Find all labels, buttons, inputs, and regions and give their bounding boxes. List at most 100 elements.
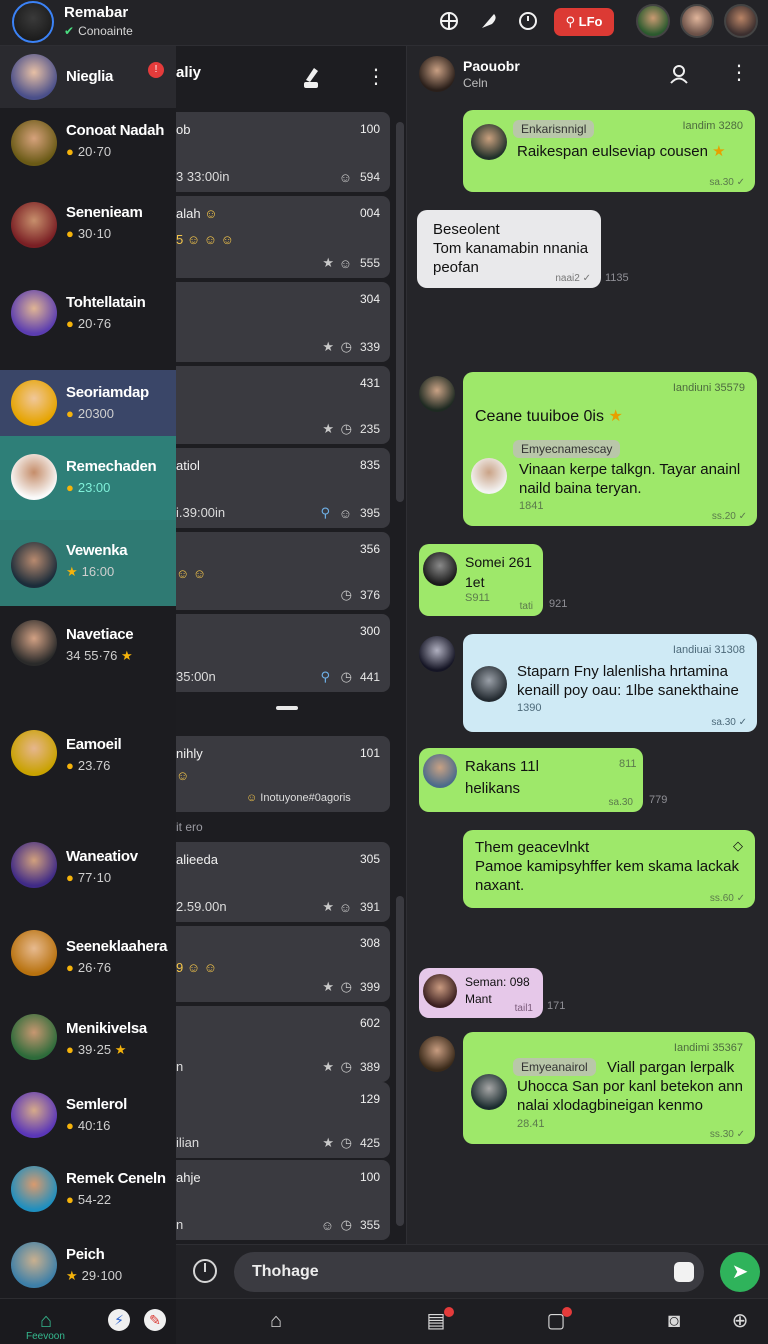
list-item[interactable]: 308 9 ☺ ☺ ★ ◷ 399 — [176, 926, 390, 1002]
compass-icon[interactable]: ⚡ — [108, 1309, 130, 1331]
contact-name: Conoat Nadah — [66, 122, 165, 139]
message-bubble[interactable]: Iandimi 35367 Emyeanairol Viall pargan l… — [463, 1032, 755, 1144]
contact-item[interactable]: Seoriamdap ● 20300 — [0, 370, 176, 436]
message-bubble[interactable]: Iandiuai 31308 Staparn Fny lalenlisha hr… — [463, 634, 757, 732]
contact-item[interactable]: Peich ★ 29·100 — [0, 1232, 176, 1298]
contact-item[interactable]: Senenieam ● 30·10 — [0, 188, 176, 274]
contact-item[interactable]: Tohtellatain ● 20·76 — [0, 274, 176, 370]
clock-icon: ◷ — [340, 339, 352, 354]
live-button[interactable]: ⚲ LFo — [554, 8, 614, 36]
home-icon[interactable]: ⌂ — [34, 1309, 58, 1333]
item-title: alah — [176, 206, 201, 221]
more-icon[interactable]: ⋮ — [366, 64, 386, 89]
contact-item[interactable]: Menikivelsa ● 39·25 ★ — [0, 1002, 176, 1082]
user-avatar[interactable] — [12, 1, 54, 43]
contact-item[interactable]: Semlerol ● 40:16 — [0, 1082, 176, 1162]
globe-icon[interactable] — [438, 10, 460, 32]
avatar — [419, 376, 455, 412]
download-icon[interactable]: ⊕ — [728, 1309, 752, 1333]
list-item[interactable]: 602 n ★ ◷ 389 — [176, 1006, 390, 1082]
item-title: ob — [176, 122, 191, 137]
contact-item[interactable]: Eamoeil ● 23.76 — [0, 716, 176, 826]
message-bubble[interactable]: Rakans 11l helikans 811 sa.30 — [419, 748, 643, 812]
avatar — [11, 620, 57, 666]
contact-sub: ★ 16:00 — [66, 564, 114, 580]
list-header: aliy ⋮ — [176, 46, 406, 106]
message-input[interactable]: Thohage — [234, 1252, 704, 1292]
message-bubble[interactable]: Iandiuni 35579 Ceane tuuiboe 0is ★ Emyec… — [463, 372, 757, 526]
outside-time: 779 — [649, 794, 668, 806]
emoji-row: ☺ ☺ — [176, 566, 207, 581]
home-icon[interactable]: ⌂ — [264, 1309, 288, 1333]
fire-icon[interactable]: ✎ — [144, 1309, 166, 1331]
top-avatar-3[interactable] — [724, 4, 758, 38]
message-text: Raikespan eulseviap cousen — [517, 143, 708, 160]
top-avatar-2[interactable] — [680, 4, 714, 38]
message-bubble[interactable]: Seman: 098 Mant tail1 — [419, 968, 543, 1018]
contact-sub-text: 20300 — [77, 406, 115, 421]
emoji-row: 9 ☺ ☺ — [176, 960, 217, 975]
user-name: Remabar — [64, 4, 129, 21]
item-count: 235 — [359, 422, 380, 436]
send-button[interactable]: ➤ — [720, 1252, 760, 1292]
contact-item[interactable]: Navetiace 34 55·76 ★ — [0, 606, 176, 716]
contact-item[interactable]: Remechaden ● 23:00 — [0, 436, 176, 520]
item-count: 555 — [359, 256, 380, 270]
contact-item[interactable]: Nieglia ! — [0, 46, 176, 108]
clock-icon[interactable] — [517, 10, 539, 32]
message-bubble[interactable]: ◇ Them geacevlnkt Pamoe kamipsyhffer kem… — [463, 830, 755, 908]
contact-item[interactable]: Vewenka ★ 16:00 — [0, 520, 176, 606]
bottom-nav: ⌂ Feevoon ⚡ ✎ ⌂ ▤ ▢ ◙ ⊕ — [0, 1298, 768, 1344]
contact-item[interactable]: Seeneklaahera ● 26·76 — [0, 916, 176, 1002]
message-meta: tail1 — [514, 1003, 533, 1014]
contact-item[interactable]: Remek Ceneln ● 54-22 — [0, 1162, 176, 1242]
reply-quote: Emyecnamescay — [513, 440, 621, 458]
more-icon[interactable]: ⋮ — [729, 60, 749, 85]
list-item[interactable]: 300 35:00n ⚲ ◷ 441 — [176, 614, 390, 692]
profile-icon[interactable] — [669, 64, 689, 84]
camera-icon[interactable]: ◙ — [662, 1309, 686, 1333]
contact-sub: ● 23:00 — [66, 480, 110, 495]
clock-icon: ◷ — [340, 979, 352, 994]
broom-icon[interactable] — [300, 62, 322, 92]
item-subtitle: 3 33:00in — [176, 169, 230, 184]
list-item[interactable]: atiol 835 i.39:00in ⚲ ☺ 395 — [176, 448, 390, 528]
message-stamp: 28.41 — [517, 1118, 545, 1130]
star-icon: ★ — [322, 1135, 334, 1150]
star-icon: ★ — [322, 899, 334, 914]
clock-icon: ◷ — [340, 1059, 352, 1074]
feather-icon[interactable] — [478, 10, 500, 32]
list-item[interactable]: 129 ilian ★ ◷ 425 — [176, 1082, 390, 1158]
star-icon: ★ — [322, 255, 334, 270]
contact-item[interactable]: Conoat Nadah ● 20·70 — [0, 108, 176, 188]
chat-avatar[interactable] — [419, 56, 455, 92]
list-item[interactable]: ob 100 3 33:00in ☺ 594 — [176, 112, 390, 192]
list-item[interactable]: ahje 100 n ☺ ◷ 355 — [176, 1160, 390, 1240]
coin-icon: ● — [66, 406, 74, 421]
message-time: ss.60 — [709, 893, 734, 904]
scrollbar[interactable] — [396, 122, 404, 502]
list-item[interactable]: alieeda 305 2.59.00n ★ ☺ 391 — [176, 842, 390, 922]
contact-name: Seoriamdap — [66, 384, 149, 401]
contact-name: Peich — [66, 1246, 105, 1263]
message-bubble[interactable]: Enkarisnnigl Iandim 3280 Raikespan eulse… — [463, 110, 755, 192]
list-item[interactable]: 304 ★ ◷ 339 — [176, 282, 390, 362]
item-count: Inotuyone#0agoris — [260, 792, 351, 804]
list-item[interactable]: alah ☺ 004 5 ☺ ☺ ☺ ★ ☺ 555 — [176, 196, 390, 278]
list-item[interactable]: 431 ★ ◷ 235 — [176, 366, 390, 444]
timer-icon[interactable] — [193, 1259, 217, 1283]
list-item[interactable]: nihly 101 ☺ ☺ Inotuyone#0agoris — [176, 736, 390, 812]
message-bubble[interactable]: Beseolent Tom kanamabin nnania peofan na… — [417, 210, 601, 288]
coin-icon: ● — [66, 144, 74, 159]
contact-sub: ★ 29·100 — [66, 1268, 122, 1284]
message-bubble[interactable]: Somei 261 1et S911 tati — [419, 544, 543, 616]
star-icon: ★ — [66, 1268, 78, 1283]
list-item[interactable]: 356 ☺ ☺ ◷ 376 — [176, 532, 390, 610]
item-subtitle: i.39:00in — [176, 505, 226, 520]
contact-item[interactable]: Waneatiov ● 77·10 — [0, 826, 176, 916]
avatar — [423, 754, 457, 788]
top-avatar-1[interactable] — [636, 4, 670, 38]
star-icon: ★ — [608, 408, 623, 425]
scrollbar[interactable] — [396, 896, 404, 1226]
camera-icon[interactable] — [674, 1262, 694, 1282]
